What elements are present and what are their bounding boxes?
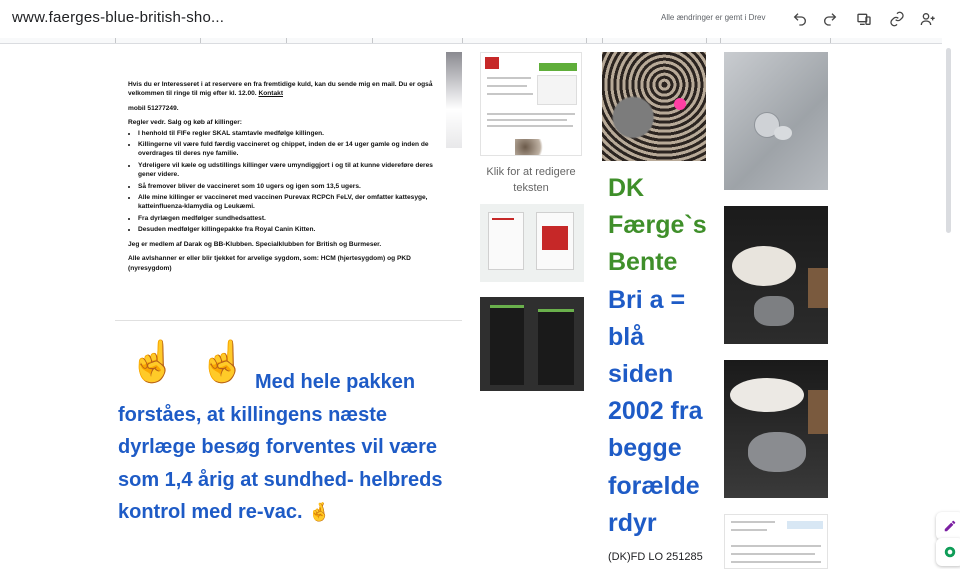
section-divider [115,320,462,321]
crossed-fingers-emoji: 🤞 [308,502,331,522]
rule-item: I henhold til FIFe regler SKAL stamtavle… [138,129,438,138]
kitten-pack-photo[interactable] [480,204,584,282]
title-line: blå [608,322,645,351]
rule-item: Fra dyrlægen medfølger sundhedsattest. [138,214,438,223]
title-line: rdyr [608,508,657,537]
pedigree-document-image[interactable] [724,514,828,569]
kitten-in-litter-box-photo[interactable] [724,206,828,344]
click-to-edit-label[interactable]: Klik for at redigere teksten [476,164,586,196]
kitten-on-blanket-photo[interactable] [602,52,706,161]
rules-list: I henhold til FIFe regler SKAL stamtavle… [128,129,438,235]
title-line: 2002 fra [608,397,703,426]
top-bar: www.faerges-blue-british-sho... Alle ænd… [0,0,960,38]
kitten-sleeping-photo[interactable] [724,360,828,498]
cat-photo-strip[interactable] [446,52,462,148]
title-line: begge [608,434,682,463]
rule-item: Alle mine killinger er vaccineret med va… [138,193,438,212]
phone-number: mobil 51277249. [128,104,179,112]
title-line: DK [608,174,645,202]
promo-first-line: Med hele pakken [255,371,416,393]
rule-item: Så fremover bliver de vaccineret som 10 … [138,182,438,191]
rules-heading: Regler vedr. Salg og køb af killinger: [128,119,242,127]
promo-rest: forståes, at killingens næste dyrlæge be… [118,403,443,524]
redo-icon[interactable] [820,9,840,29]
contact-link[interactable]: Kontakt [258,90,283,97]
rule-item: Ydreligere vil kæle og udstillings killi… [138,161,438,180]
cat-name-title[interactable]: DK Færge`s Bente Bri a = blå siden 2002 … [608,170,718,542]
title-line: Bri a = [608,285,686,314]
scrollbar-thumb[interactable] [946,48,951,233]
title-line: Bente [608,248,678,277]
title-line: Færge`s [608,211,707,240]
addon-icon[interactable] [936,538,960,566]
grey-kitten-on-tiles-photo[interactable] [724,52,828,190]
link-icon[interactable] [887,9,907,29]
registration-number: (DK)FD LO 251285 [608,551,703,563]
kitten-info-text[interactable]: Hvis du er Interesseret i at reservere e… [128,80,438,278]
ruler [0,38,942,44]
promo-text: Med hele pakken forståes, at killingens … [118,366,463,529]
add-person-icon[interactable] [918,9,938,29]
vaccination-certificate-image[interactable] [480,52,582,156]
scrollbar-track[interactable] [942,38,960,569]
site-title: www.faerges-blue-british-sho... [12,9,225,26]
save-status: Alle ændringer er gemt i Drev [661,13,766,22]
title-line: forælde [608,471,700,500]
welcome-bags-photo[interactable] [480,297,584,391]
rule-item: Desuden medfølger killingepakke fra Roya… [138,225,438,234]
title-line: siden [608,360,674,389]
edit-pencil-icon[interactable] [936,512,960,540]
device-preview-icon[interactable] [854,9,874,29]
undo-icon[interactable] [790,9,810,29]
rule-item: Killingerne vil være fuld færdig vaccine… [138,140,438,159]
health-text: Alle avlshanner er eller blir tjekket fo… [128,255,411,272]
membership-text: Jeg er medlem af Darak og BB-Klubben. Sp… [128,240,382,248]
